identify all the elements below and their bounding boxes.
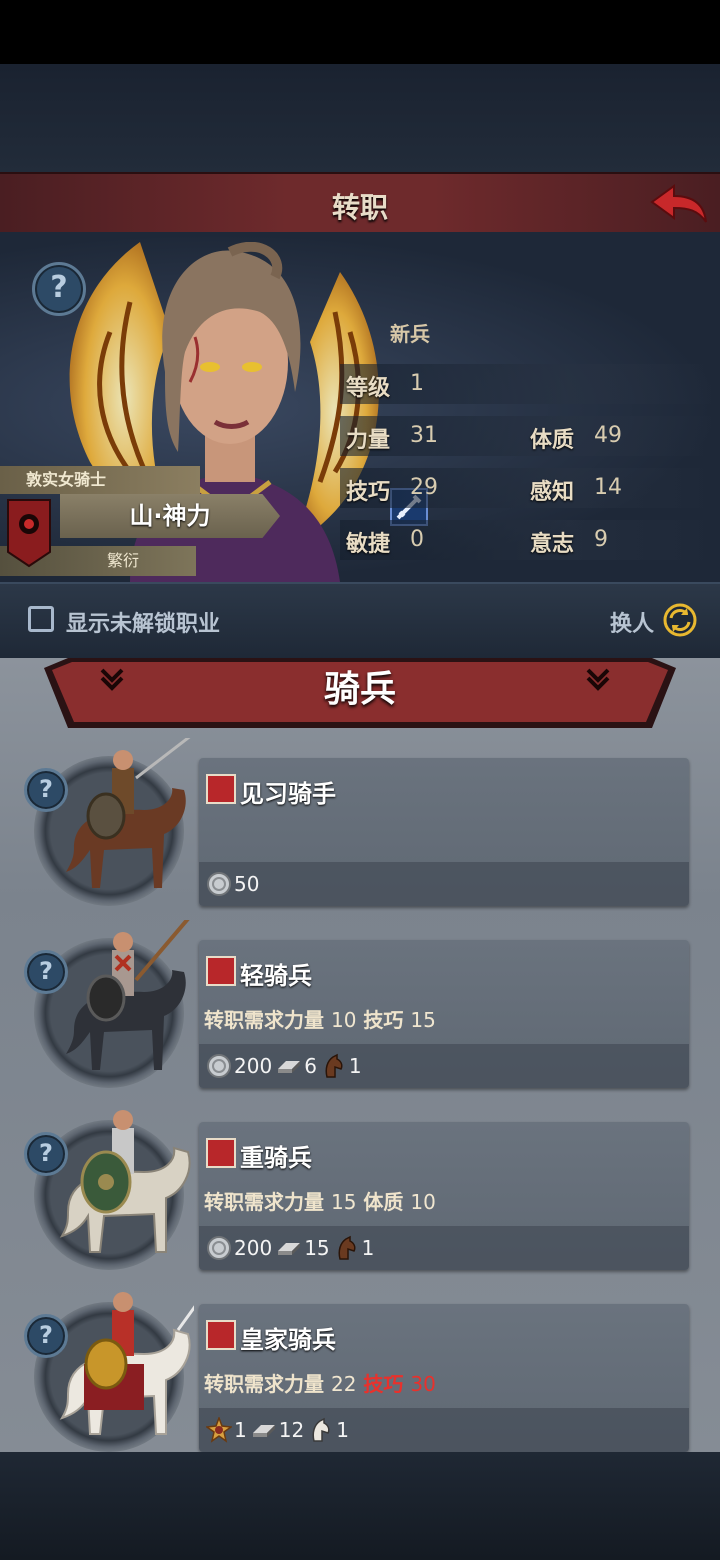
job-requirements: 转职需求力量 10 技巧 15: [204, 1004, 436, 1033]
agility-value: 0: [410, 527, 424, 552]
class-badge-icon: [206, 1138, 236, 1168]
job-item[interactable]: ? 轻骑兵 转职需求力量 10 技巧 15 200 6 1: [24, 920, 694, 1100]
class-badge-icon: [206, 774, 236, 804]
job-costs: 200 15 1: [206, 1234, 378, 1262]
strength-value: 31: [410, 423, 438, 448]
bottom-background: [0, 1452, 720, 1560]
agility-label: 敏捷: [346, 532, 391, 557]
iron-ingot-icon: [252, 1425, 275, 1437]
silver-cost: 200: [234, 1054, 273, 1078]
character-name: 山·神力: [60, 494, 280, 538]
silver-cost: 50: [234, 872, 260, 896]
requirement-1-value: 22: [330, 1372, 357, 1396]
iron-ingot-icon: [278, 1243, 301, 1255]
job-requirements: 转职需求力量 15 体质 10: [204, 1186, 436, 1215]
job-costs: 200 6 1: [206, 1052, 366, 1080]
swap-character-icon[interactable]: [662, 602, 698, 638]
requirement-1-value: 10: [330, 1008, 357, 1032]
requirement-2-value: 10: [410, 1190, 436, 1214]
silver-cost: 200: [234, 1236, 273, 1260]
job-item[interactable]: ? 见习骑手 50: [24, 738, 694, 918]
job-help-icon[interactable]: ?: [24, 768, 68, 812]
job-costs: 1 12 1: [206, 1416, 353, 1444]
page-title: 转职: [331, 191, 388, 224]
job-name: 重骑兵: [240, 1144, 312, 1172]
horse-head-icon: [325, 1053, 343, 1078]
requirement-2-value-unmet: 30: [410, 1372, 436, 1396]
class-badge-icon: [206, 956, 236, 986]
requirement-2-value: 15: [410, 1008, 436, 1032]
perception-value: 14: [594, 475, 622, 500]
white-horse-head-icon: [312, 1417, 330, 1442]
medal-icon: [206, 1417, 232, 1443]
job-name: 皇家骑兵: [240, 1326, 336, 1354]
apprentice-rider-figure: [66, 738, 191, 888]
silver-coin-icon: [207, 872, 231, 896]
horse-head-icon: [338, 1235, 356, 1260]
top-background: [0, 64, 720, 174]
light-cavalry-figure: [66, 920, 190, 1070]
perception-label: 感知: [530, 480, 575, 505]
requirement-1-value: 15: [330, 1190, 357, 1214]
requirement-prefix: 转职需求: [204, 1008, 284, 1032]
requirement-1-label: 力量: [284, 1372, 324, 1396]
job-item[interactable]: ? 重骑兵 转职需求力量 15 体质 10 200 15 1: [24, 1110, 694, 1282]
will-value: 9: [594, 527, 608, 552]
medal-cost: 1: [234, 1418, 247, 1442]
royal-cavalry-figure: [59, 1292, 194, 1435]
horse-cost: 1: [336, 1418, 349, 1442]
requirement-1-label: 力量: [284, 1190, 324, 1214]
iron-cost: 15: [304, 1236, 330, 1260]
stat-row-level: [340, 364, 720, 404]
job-item[interactable]: ? 皇家骑兵 转职需求力量 22 技巧 30 1 12 1: [24, 1292, 694, 1452]
skill-label: 技巧: [346, 480, 391, 505]
job-help-icon[interactable]: ?: [24, 950, 68, 994]
job-help-icon[interactable]: ?: [24, 1314, 68, 1358]
job-costs: 50: [206, 870, 263, 898]
show-locked-label[interactable]: 显示未解锁职业: [66, 606, 220, 638]
will-label: 意志: [530, 532, 575, 557]
job-help-icon[interactable]: ?: [24, 1132, 68, 1176]
requirement-2-label: 体质: [363, 1190, 404, 1214]
character-help-icon[interactable]: ?: [32, 262, 86, 316]
options-toolbar: 显示未解锁职业 换人: [0, 582, 720, 662]
show-locked-checkbox[interactable]: [28, 606, 54, 632]
heavy-cavalry-figure: [59, 1110, 191, 1253]
job-name: 轻骑兵: [240, 962, 312, 990]
skill-value: 29: [410, 475, 438, 500]
job-list[interactable]: 骑兵 ? 见习骑手 50 ? 轻骑兵 转职需求力量 10 技巧 15 200 6…: [0, 658, 720, 1452]
class-badge-icon: [206, 1320, 236, 1350]
job-requirements: 转职需求力量 22 技巧 30: [204, 1368, 436, 1397]
title-bar: 转职: [0, 172, 720, 236]
silver-coin-icon: [207, 1236, 231, 1260]
level-value: 1: [410, 371, 424, 396]
character-title: 敦实女骑士: [0, 466, 200, 494]
requirement-2-label: 技巧: [363, 1008, 404, 1032]
back-arrow-icon[interactable]: [646, 180, 710, 228]
current-class-name: 新兵: [390, 322, 430, 346]
silver-coin-icon: [207, 1054, 231, 1078]
job-name: 见习骑手: [240, 780, 336, 808]
job-cost-bar: [199, 862, 689, 906]
iron-cost: 6: [304, 1054, 317, 1078]
requirement-prefix: 转职需求: [204, 1372, 284, 1396]
category-title: 骑兵: [323, 669, 396, 710]
swap-character-label[interactable]: 换人: [610, 606, 654, 638]
constitution-value: 49: [594, 423, 622, 448]
requirement-1-label: 力量: [284, 1008, 324, 1032]
status-bar: [0, 0, 720, 64]
horse-cost: 1: [348, 1054, 362, 1078]
requirement-2-label-unmet: 技巧: [363, 1372, 404, 1396]
horse-cost: 1: [361, 1236, 375, 1260]
constitution-label: 体质: [530, 428, 575, 453]
faction-banner-icon: [7, 499, 51, 568]
iron-ingot-icon: [278, 1061, 301, 1073]
strength-label: 力量: [346, 428, 391, 453]
requirement-prefix: 转职需求: [204, 1190, 284, 1214]
iron-cost: 12: [278, 1418, 305, 1442]
level-label: 等级: [346, 376, 391, 401]
